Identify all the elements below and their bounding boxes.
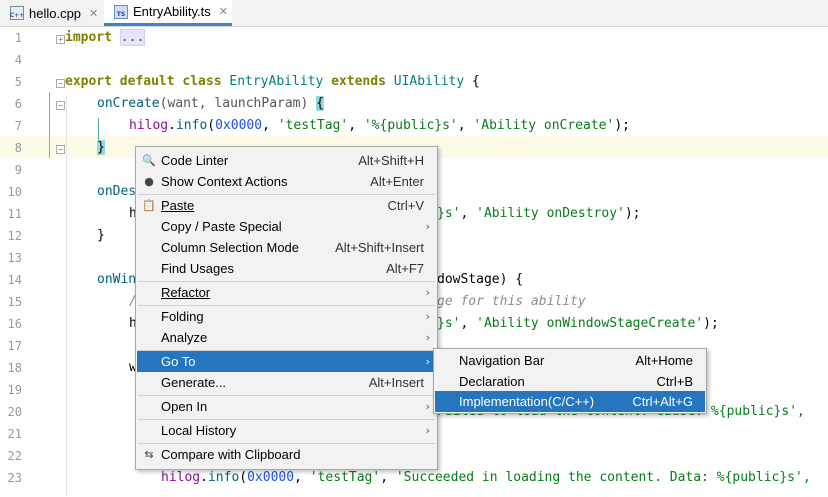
code-line[interactable]: }s', 'Ability onDestroy');	[437, 206, 641, 221]
menu-item-column-selection-mode[interactable]: Column Selection Mode Alt+Shift+Insert	[137, 237, 436, 258]
editor-tab-bar: C++ hello.cpp ✕ TS EntryAbility.ts ✕	[0, 0, 828, 27]
menu-item-show-context-actions[interactable]: ● Show Context Actions Alt+Enter	[137, 171, 436, 192]
code-line[interactable]: export default class EntryAbility extend…	[65, 74, 480, 89]
submenu-item-implementation[interactable]: Implementation(C/C++) Ctrl+Alt+G	[435, 391, 705, 412]
tab-label: hello.cpp	[29, 5, 82, 21]
compare-icon: ⇆	[144, 448, 154, 461]
line-number: 12	[7, 229, 22, 243]
line-number: 9	[14, 163, 22, 177]
menu-item-paste[interactable]: 📋 Paste Ctrl+V	[137, 195, 436, 216]
chevron-right-icon: ›	[425, 220, 430, 233]
close-icon[interactable]: ✕	[89, 7, 98, 20]
line-number: 16	[7, 317, 22, 331]
code-line[interactable]: hilog.info(0x0000, 'testTag', '%{public}…	[129, 118, 630, 133]
line-number: 22	[7, 449, 22, 463]
menu-item-open-in[interactable]: Open In ›	[137, 396, 436, 417]
submenu-item-declaration[interactable]: Declaration Ctrl+B	[435, 371, 705, 392]
code-line[interactable]: hilog.info(0x0000, 'testTag', 'Succeeded…	[161, 470, 811, 485]
menu-item-analyze[interactable]: Analyze ›	[137, 327, 436, 348]
code-line[interactable]: onWin	[97, 272, 136, 287]
line-number: 7	[14, 119, 22, 133]
chevron-right-icon: ›	[425, 424, 430, 437]
goto-submenu: Navigation Bar Alt+Home Declaration Ctrl…	[433, 348, 707, 414]
chevron-right-icon: ›	[425, 355, 430, 368]
tab-label: EntryAbility.ts	[133, 4, 211, 19]
code-line[interactable]: }	[97, 140, 105, 155]
ts-file-icon: TS	[114, 4, 128, 19]
folded-region[interactable]: ...	[119, 29, 146, 46]
tab-entryability-ts[interactable]: TS EntryAbility.ts ✕	[104, 0, 232, 26]
chevron-right-icon: ›	[425, 331, 430, 344]
lightbulb-icon: ●	[144, 175, 154, 188]
menu-item-go-to[interactable]: Go To ›	[137, 351, 436, 372]
code-line[interactable]: dowStage) {	[437, 272, 523, 287]
chevron-right-icon: ›	[425, 286, 430, 299]
menu-item-compare-with-clipboard[interactable]: ⇆ Compare with Clipboard	[137, 444, 436, 465]
code-line[interactable]: ge for this ability	[437, 294, 586, 309]
line-number: 17	[7, 339, 22, 353]
indent-guide	[66, 96, 67, 496]
code-line[interactable]: onDes	[97, 184, 136, 199]
code-line[interactable]: }s', 'Ability onWindowStageCreate');	[437, 316, 719, 331]
menu-item-refactor[interactable]: Refactor ›	[137, 282, 436, 303]
line-number: 8	[14, 141, 22, 155]
menu-item-folding[interactable]: Folding ›	[137, 306, 436, 327]
code-line[interactable]: }	[97, 228, 105, 243]
editor-context-menu: 🔍 Code Linter Alt+Shift+H ● Show Context…	[135, 146, 438, 470]
line-number: 15	[7, 295, 22, 309]
line-number: 20	[7, 405, 22, 419]
menu-item-copy-paste-special[interactable]: Copy / Paste Special ›	[137, 216, 436, 237]
linter-icon: 🔍	[142, 154, 156, 167]
cpp-file-icon: C++	[10, 6, 24, 20]
line-number: 1	[14, 31, 22, 45]
line-number: 6	[14, 97, 22, 111]
fold-toggle-icon[interactable]: +	[56, 35, 65, 44]
close-icon[interactable]: ✕	[219, 5, 228, 18]
chevron-right-icon: ›	[425, 400, 430, 413]
line-number: 14	[7, 273, 22, 287]
paste-icon: 📋	[142, 199, 156, 212]
line-number: 4	[14, 53, 22, 67]
line-number: 23	[7, 471, 22, 485]
indent-guide	[98, 118, 99, 140]
menu-item-local-history[interactable]: Local History ›	[137, 420, 436, 441]
line-number: 13	[7, 251, 22, 265]
line-number: 21	[7, 427, 22, 441]
fold-toggle-icon[interactable]: −	[56, 145, 65, 154]
code-line[interactable]: import ...	[65, 29, 146, 46]
line-number: 10	[7, 185, 22, 199]
menu-item-find-usages[interactable]: Find Usages Alt+F7	[137, 258, 436, 279]
line-number: 18	[7, 361, 22, 375]
code-line[interactable]: onCreate(want, launchParam) {	[97, 96, 324, 111]
fold-toggle-icon[interactable]: −	[56, 79, 65, 88]
fold-toggle-icon[interactable]: −	[56, 101, 65, 110]
line-number: 19	[7, 383, 22, 397]
tab-hello-cpp[interactable]: C++ hello.cpp ✕	[0, 0, 104, 26]
submenu-item-navigation-bar[interactable]: Navigation Bar Alt+Home	[435, 350, 705, 371]
chevron-right-icon: ›	[425, 310, 430, 323]
menu-item-code-linter[interactable]: 🔍 Code Linter Alt+Shift+H	[137, 150, 436, 171]
change-marker	[49, 92, 50, 158]
line-number: 5	[14, 75, 22, 89]
line-number: 11	[7, 207, 22, 221]
menu-item-generate[interactable]: Generate... Alt+Insert	[137, 372, 436, 393]
